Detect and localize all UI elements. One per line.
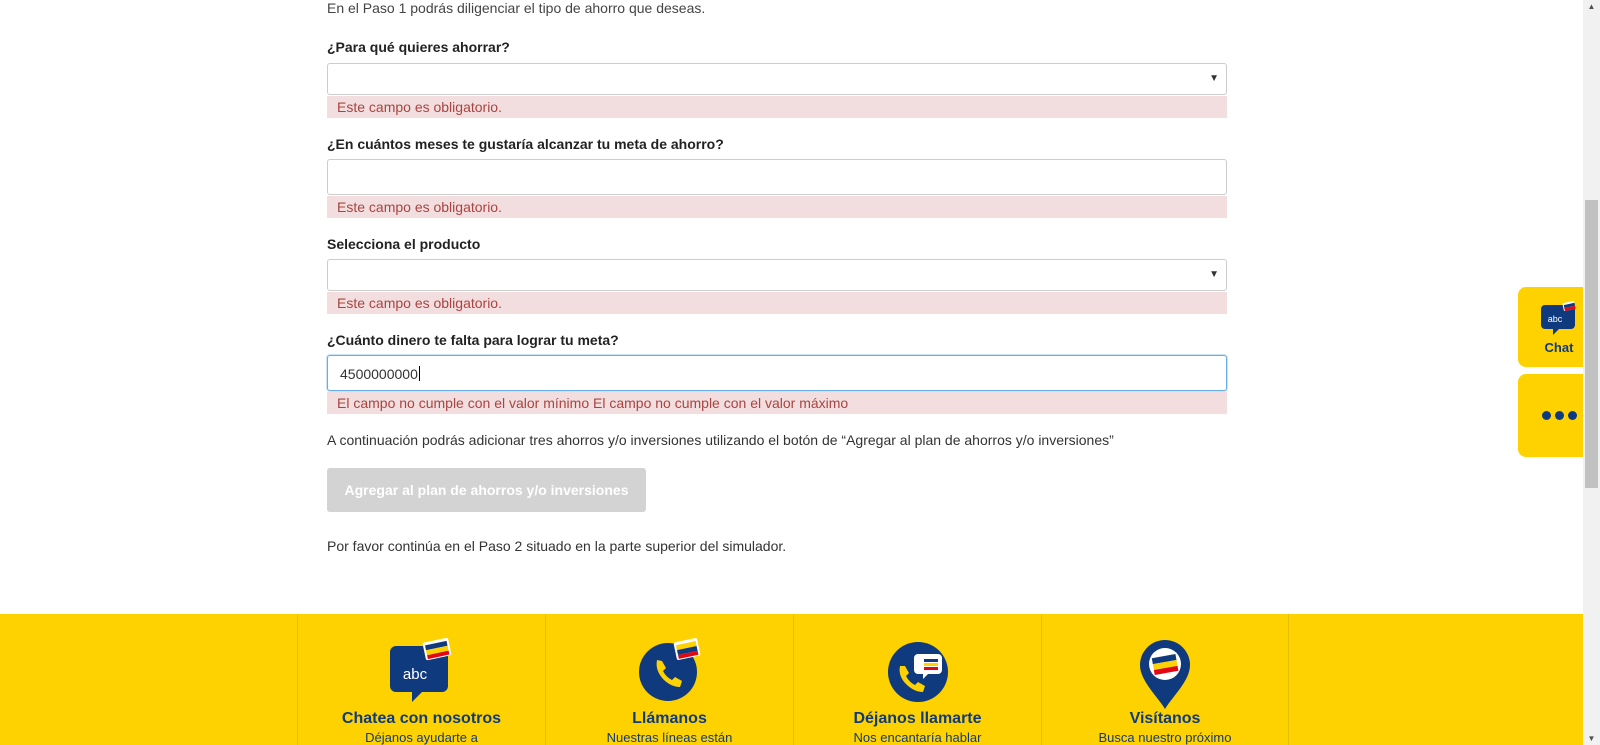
months-error: Este campo es obligatorio. bbox=[327, 196, 1227, 218]
chat-label: Chat bbox=[1544, 339, 1574, 355]
svg-text:abc: abc bbox=[402, 666, 427, 683]
footer-visit-title: Visítanos bbox=[1129, 710, 1201, 727]
footer-callback-title: Déjanos llamarte bbox=[853, 710, 982, 727]
help-text: A continuación podrás adicionar tres aho… bbox=[327, 432, 1114, 448]
purpose-label: ¿Para qué quieres ahorrar? bbox=[327, 39, 510, 55]
amount-label: ¿Cuánto dinero te falta para lograr tu m… bbox=[327, 332, 619, 348]
scrollbar-thumb[interactable] bbox=[1585, 200, 1598, 488]
chevron-down-icon: ▼ bbox=[1209, 269, 1219, 280]
footer-item-visit[interactable]: Visítanos Busca nuestro próximo bbox=[1041, 614, 1289, 745]
intro-text: En el Paso 1 podrás diligenciar el tipo … bbox=[327, 0, 706, 16]
purpose-select[interactable]: ▼ bbox=[327, 63, 1227, 95]
purpose-error: Este campo es obligatorio. bbox=[327, 96, 1227, 118]
more-dots-icon bbox=[1541, 411, 1577, 420]
phone-icon bbox=[638, 638, 700, 701]
map-pin-icon bbox=[1140, 640, 1190, 709]
chat-bubble-icon: abc bbox=[389, 638, 451, 702]
chevron-down-icon: ▼ bbox=[1209, 73, 1219, 84]
add-to-plan-button[interactable]: Agregar al plan de ahorros y/o inversion… bbox=[327, 468, 646, 512]
callback-icon bbox=[887, 642, 948, 702]
footer-item-callback[interactable]: Déjanos llamarte Nos encantaría hablar bbox=[793, 614, 1041, 745]
text-cursor bbox=[418, 366, 420, 381]
product-error: Este campo es obligatorio. bbox=[327, 292, 1227, 314]
continue-text: Por favor continúa en el Paso 2 situado … bbox=[327, 538, 787, 554]
footer-callback-subtitle: Nos encantaría hablar bbox=[853, 730, 982, 745]
amount-error: El campo no cumple con el valor mínimo E… bbox=[327, 392, 1227, 414]
scroll-up-arrow-icon[interactable]: ▲ bbox=[1583, 2, 1600, 11]
months-input[interactable] bbox=[327, 159, 1227, 195]
footer-chat-title: Chatea con nosotros bbox=[341, 710, 502, 727]
footer-chat-subtitle: Déjanos ayudarte a bbox=[365, 730, 478, 745]
footer-item-call[interactable]: Llámanos Nuestras líneas están bbox=[545, 614, 793, 745]
scroll-down-arrow-icon[interactable]: ▼ bbox=[1583, 734, 1600, 743]
page-scrollbar[interactable]: ▲ ▼ bbox=[1583, 0, 1600, 745]
months-label: ¿En cuántos meses te gustaría alcanzar t… bbox=[327, 136, 724, 152]
footer-call-subtitle: Nuestras líneas están bbox=[606, 730, 733, 745]
product-select[interactable]: ▼ bbox=[327, 259, 1227, 291]
amount-value: 4500000000 bbox=[340, 366, 418, 382]
product-label: Selecciona el producto bbox=[327, 236, 481, 252]
amount-input[interactable]: 4500000000 bbox=[327, 355, 1227, 391]
footer-visit-subtitle: Busca nuestro próximo bbox=[1098, 730, 1232, 745]
svg-text:abc: abc bbox=[1548, 314, 1563, 324]
chat-bubble-icon: abc bbox=[1541, 300, 1576, 335]
footer-call-title: Llámanos bbox=[632, 710, 707, 727]
contact-footer: abc Chatea con nosotros Déjanos ayudarte… bbox=[0, 614, 1583, 745]
footer-item-chat[interactable]: abc Chatea con nosotros Déjanos ayudarte… bbox=[297, 614, 545, 745]
